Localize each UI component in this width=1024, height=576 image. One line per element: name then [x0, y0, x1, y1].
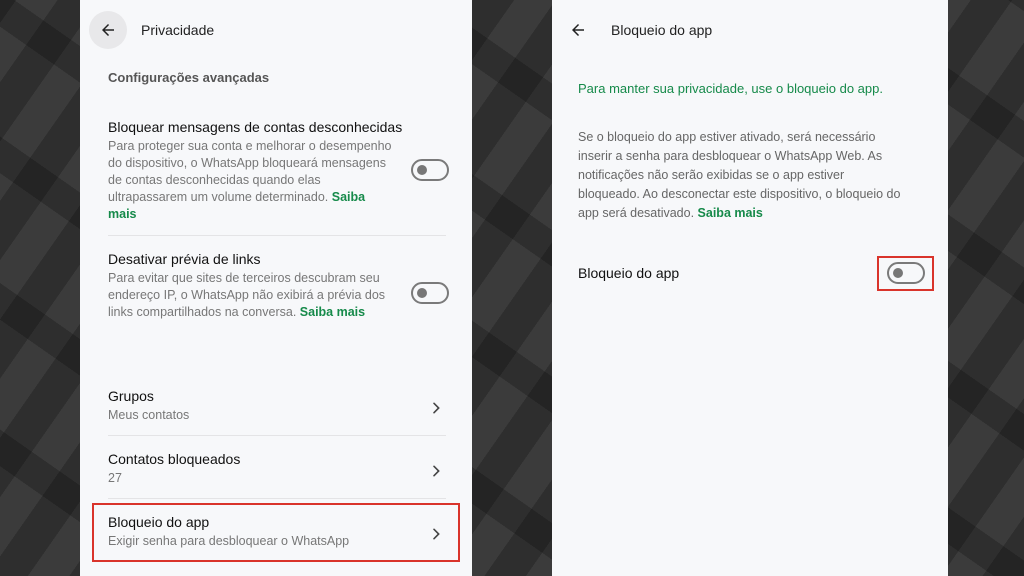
link-preview-title: Desativar prévia de links	[108, 251, 261, 267]
highlight-box	[92, 503, 460, 562]
block-unknown-title: Bloquear mensagens de contas desconhecid…	[108, 119, 403, 135]
chevron-right-icon	[433, 465, 440, 477]
back-button[interactable]	[559, 11, 597, 49]
link-preview-desc: Para evitar que sites de terceiros descu…	[108, 270, 393, 321]
privacy-panel: Privacidade Configurações avançadas Bloq…	[80, 0, 472, 576]
row-title: Contatos bloqueados	[108, 451, 241, 467]
row-subtitle: 27	[108, 471, 122, 485]
chevron-right-icon	[433, 402, 440, 414]
page-title: Bloqueio do app	[611, 22, 713, 38]
app-lock-desc: Se o bloqueio do app estiver ativado, se…	[578, 128, 908, 223]
block-unknown-setting: Bloquear mensagens de contas desconhecid…	[108, 119, 448, 223]
back-button[interactable]	[89, 11, 127, 49]
divider	[108, 235, 446, 236]
privacy-header: Privacidade	[80, 0, 472, 60]
row-groups[interactable]: Grupos Meus contatos	[108, 388, 444, 432]
toggle-knob	[417, 288, 427, 298]
link-preview-setting: Desativar prévia de links Para evitar qu…	[108, 251, 448, 321]
app-lock-header: Bloqueio do app	[552, 0, 948, 60]
divider	[108, 498, 446, 499]
learn-more-link[interactable]: Saiba mais	[698, 206, 763, 220]
block-unknown-toggle[interactable]	[411, 159, 449, 181]
app-lock-intro: Para manter sua privacidade, use o bloqu…	[578, 81, 883, 96]
row-blocked-contacts[interactable]: Contatos bloqueados 27	[108, 451, 444, 495]
section-title: Configurações avançadas	[108, 70, 270, 85]
toggle-knob	[417, 165, 427, 175]
highlight-box	[877, 256, 934, 291]
row-title: Grupos	[108, 388, 154, 404]
app-lock-panel: Bloqueio do app Para manter sua privacid…	[552, 0, 948, 576]
block-unknown-desc: Para proteger sua conta e melhorar o des…	[108, 138, 393, 223]
divider	[108, 435, 446, 436]
page-title: Privacidade	[141, 22, 215, 38]
row-subtitle: Meus contatos	[108, 408, 190, 422]
app-lock-label: Bloqueio do app	[578, 265, 680, 281]
arrow-left-icon	[102, 24, 114, 36]
arrow-left-icon	[572, 24, 584, 36]
link-preview-toggle[interactable]	[411, 282, 449, 304]
learn-more-link[interactable]: Saiba mais	[300, 305, 365, 319]
